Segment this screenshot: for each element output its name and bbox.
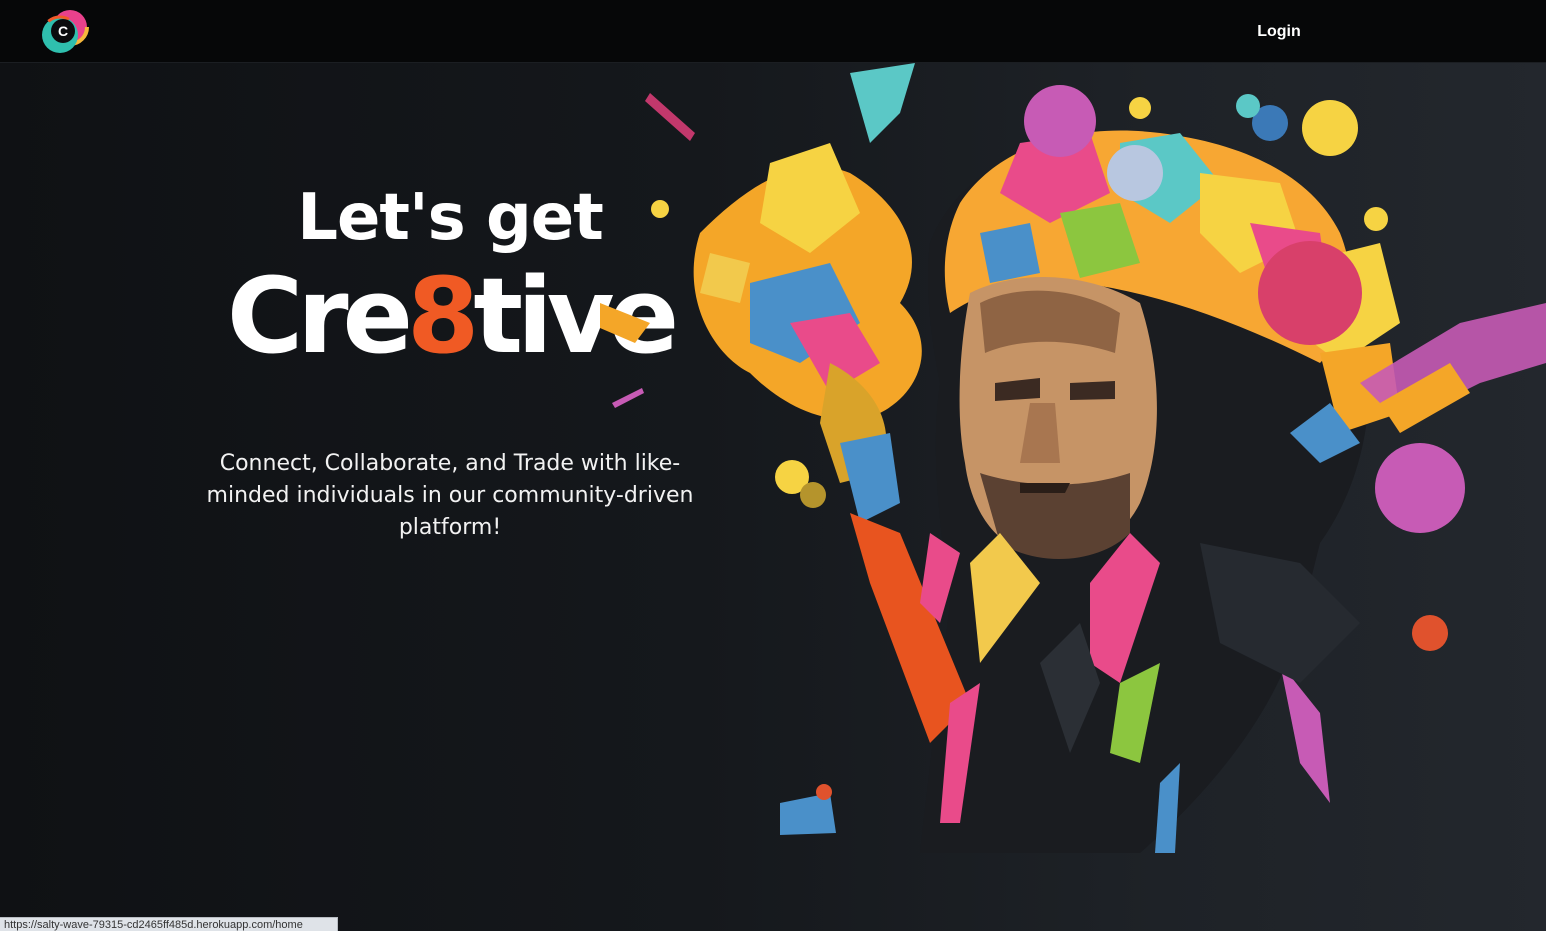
top-navbar: C Login <box>0 0 1546 63</box>
headline-prefix: Cre <box>226 255 413 377</box>
browser-status-url: https://salty-wave-79315-cd2465ff485d.he… <box>0 917 338 931</box>
headline-accent: 8 <box>407 255 479 377</box>
logo-icon[interactable]: C <box>38 7 92 57</box>
logo-letter: C <box>58 23 68 39</box>
hero-illustration <box>600 63 1546 853</box>
login-link[interactable]: Login <box>1240 20 1318 44</box>
